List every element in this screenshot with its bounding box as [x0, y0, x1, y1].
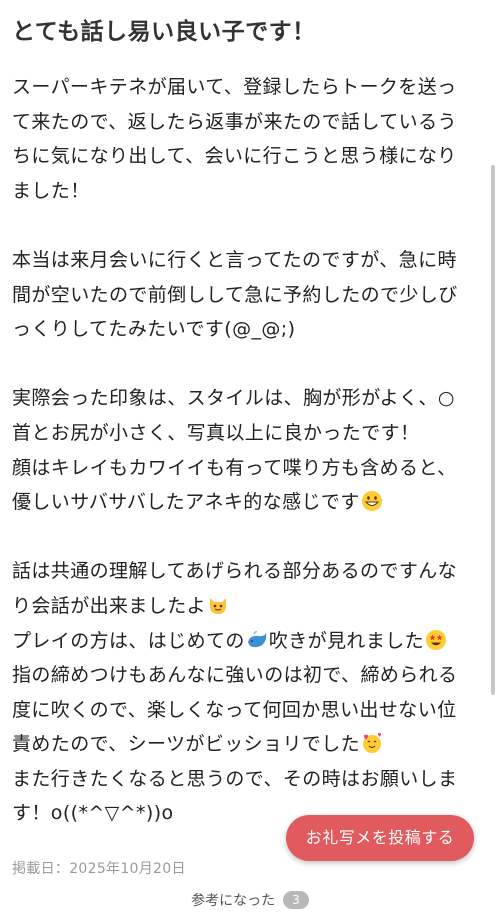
review-line: 間が空いたので前倒しして急に予約したので少しび [12, 283, 458, 306]
star-struck-emoji [426, 629, 447, 650]
smiling-face-with-hearts-emoji [363, 733, 382, 754]
review-paragraph: 実際会った印象は、スタイルは、胸が形がよく、○ 首とお尻が小さく、写真以上に良か… [12, 381, 484, 519]
helpful-section: 参考になった 3 [0, 890, 500, 910]
review-line: 本当は来月会いに行くと言ってたのですが、急に時 [12, 248, 457, 271]
grinning-face-emoji [361, 491, 382, 512]
review-line: 度に吹くので、楽しくなって何回か思い出せない位 [12, 698, 457, 721]
review-line: また行きたくなると思うので、その時はお願いしま [12, 767, 458, 790]
scrollbar[interactable] [491, 165, 495, 695]
review-line: ました！ [12, 179, 90, 202]
helpful-button[interactable]: 参考になった 3 [191, 891, 309, 909]
review-line: て来たので、返したら返事が来たので話しているう [12, 110, 457, 133]
review-line: ちに気になり出して、会いに行こうと思う様になり [12, 145, 457, 168]
review-line: 顔はキレイもカワイイも有って喋り方も含めると、 [12, 456, 457, 479]
review-paragraph: スーパーキテネが届いて、登録したらトークを送っ て来たので、返したら返事が来たの… [12, 70, 484, 208]
review-title: とても話し易い良い子です！ [12, 19, 316, 45]
post-thanks-photo-button[interactable]: お礼写メを投稿する [286, 815, 474, 861]
review-paragraph: 話は共通の理解してあげられる部分あるのですんな り会話が出来ましたよ プレイの方… [12, 554, 484, 831]
review-card: とても話し易い良い子です！ スーパーキテネが届いて、登録したらトークを送っ て来… [12, 0, 484, 831]
review-line: り会話が出来ましたよ [12, 589, 484, 624]
helpful-label: 参考になった [191, 893, 276, 909]
review-line: 首とお尻が小さく、写真以上に良かったです！ [12, 421, 420, 444]
helpful-count-badge: 3 [283, 891, 309, 909]
review-line: 実際会った印象は、スタイルは、胸が形がよく、○ [12, 387, 455, 410]
cat-face-emoji [210, 597, 227, 614]
review-body: スーパーキテネが届いて、登録したらトークを送っ て来たので、返したら返事が来たの… [12, 70, 484, 831]
review-line: 優しいサバサバしたアネキ的な感じです [12, 485, 484, 520]
review-line: 責めたので、シーツがビッショリでした [12, 727, 484, 762]
review-line: プレイの方は、はじめての 吹きが見れました [12, 624, 484, 659]
review-paragraph: 本当は来月会いに行くと言ってたのですが、急に時 間が空いたので前倒しして急に予約… [12, 243, 484, 347]
review-line: スーパーキテネが届いて、登録したらトークを送っ [12, 76, 457, 98]
whale-emoji [247, 630, 267, 647]
posted-date: 掲載日：2025年10月20日 [12, 861, 186, 877]
review-line: っくりしてたみたいです(@_@;) [12, 318, 296, 341]
review-line: 話は共通の理解してあげられる部分あるのですんな [12, 560, 458, 583]
review-line: 指の締めつけもあんなに強いのは初で、締められる [12, 664, 458, 687]
